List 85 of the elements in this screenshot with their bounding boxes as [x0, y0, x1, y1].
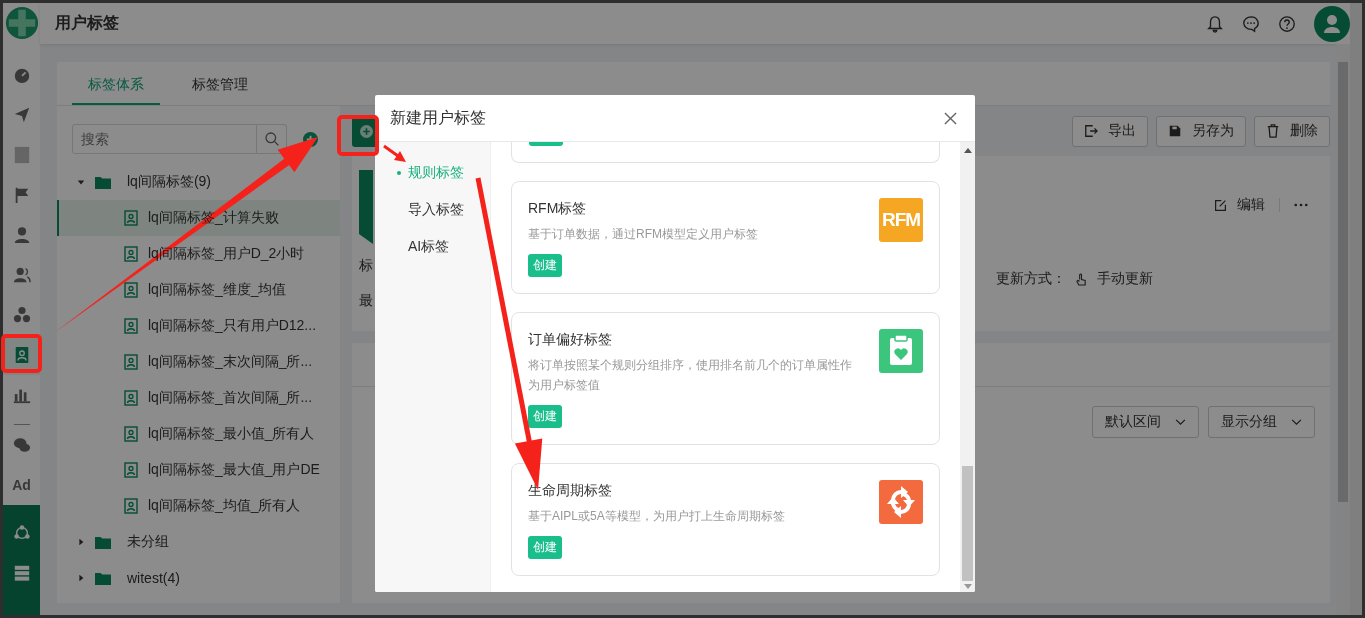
card-description: 将订单按照某个规则分组排序，使用排名前几个的订单属性作为用户标签值 [528, 357, 853, 394]
tree-item[interactable]: lq间隔标签_末次间隔_所... [57, 344, 340, 380]
card-description: 基于订单数据，通过RFM模型定义用户标签 [528, 226, 758, 243]
chevron-icon [1291, 418, 1302, 426]
caret-icon[interactable] [77, 574, 85, 582]
tag-icon [124, 282, 138, 298]
scrollbar[interactable] [1350, 3, 1362, 615]
tree-group[interactable]: lq间隔标签(9) [57, 164, 340, 200]
card-title: RFM标签 [528, 200, 588, 218]
tag-icon [124, 390, 138, 406]
scrollbar-thumb[interactable] [962, 466, 973, 581]
field-label: 更新方式： [996, 270, 1066, 288]
chevron-icon [1175, 418, 1186, 426]
search-icon[interactable] [263, 131, 280, 147]
chat-icon[interactable] [1242, 14, 1260, 33]
save-icon [1168, 124, 1182, 138]
tag-icon [124, 462, 138, 478]
tag-icon [124, 210, 138, 226]
tag-icon [124, 354, 138, 370]
bell-icon[interactable] [1206, 14, 1224, 33]
card-title: 生命周期标签 [528, 482, 613, 500]
caret-icon[interactable] [77, 178, 85, 186]
page-title: 用户标签 [55, 13, 119, 33]
folder-icon [95, 535, 111, 549]
dashboard-icon [12, 66, 31, 84]
server-icon [12, 564, 31, 582]
tag-icon [124, 498, 138, 514]
dialog-title: 新建用户标签 [390, 107, 486, 128]
network-icon [12, 524, 31, 542]
users-icon [12, 266, 31, 284]
tree-item[interactable]: lq间隔标签_最大值_用户DE [57, 452, 340, 488]
tree-item[interactable]: lq间隔标签_均值_所有人 [57, 488, 340, 524]
rfm-badge: RFM [879, 198, 923, 242]
annotation-arrow [383, 144, 406, 162]
tag-icon [124, 426, 138, 442]
cluster-icon [12, 306, 31, 324]
dropdown[interactable]: 默认区间 [1092, 406, 1199, 438]
menu-item[interactable]: AI标签 [375, 228, 490, 265]
dropdown[interactable]: 显示分组 [1208, 406, 1315, 438]
user-icon [12, 226, 31, 244]
nav-item[interactable]: Ad [3, 465, 40, 505]
menu-item[interactable]: 规则标签 [375, 154, 490, 191]
caret-icon[interactable] [77, 538, 85, 546]
card-description: 基于AIPL或5A等模型，为用户打上生命周期标签 [528, 508, 785, 525]
tree-group[interactable]: witest(4) [57, 560, 340, 596]
banner-icon [359, 170, 373, 244]
edit-button[interactable]: 编辑 [1214, 196, 1265, 214]
scroll-down-icon[interactable] [963, 584, 972, 589]
hand-icon [1076, 272, 1087, 286]
scroll-up-icon[interactable] [963, 148, 972, 153]
help-icon[interactable] [1278, 14, 1296, 33]
export-icon [1084, 124, 1098, 138]
tag-icon [124, 246, 138, 262]
search-field[interactable]: 搜索 [72, 124, 257, 154]
folder-icon [95, 175, 111, 189]
more-icon[interactable] [1294, 203, 1308, 207]
annotation-frame [1, 334, 42, 373]
detail-text: 标 [359, 257, 373, 275]
toolbar-button[interactable]: 删除 [1254, 115, 1330, 147]
card-title: 订单偏好标签 [528, 331, 613, 349]
annotation-frame [337, 115, 379, 156]
edit-icon [1214, 198, 1227, 212]
tree-item[interactable]: lq间隔标签_最小值_所有人 [57, 416, 340, 452]
toolbar-button[interactable]: 导出 [1072, 115, 1148, 147]
trash-icon [1266, 124, 1280, 138]
chat-icon [12, 436, 31, 454]
logo-icon [4, 6, 39, 40]
folder-icon [95, 571, 111, 585]
tree-group[interactable]: 未分组 [57, 524, 340, 560]
tree-item[interactable]: lq间隔标签_首次间隔_所... [57, 380, 340, 416]
close-icon[interactable] [944, 111, 957, 125]
field-value: 手动更新 [1097, 270, 1153, 288]
tag-icon [124, 318, 138, 334]
tab[interactable]: 标签管理 [176, 62, 264, 105]
menu-item[interactable]: 导入标签 [375, 191, 490, 228]
tree-item[interactable]: lq间隔标签_只有用户D12... [57, 308, 340, 344]
block-icon [12, 146, 31, 164]
detail-text: 最 [359, 292, 373, 310]
add-icon [359, 124, 373, 138]
tree-item[interactable]: lq间隔标签_维度_均值 [57, 272, 340, 308]
avatar-icon[interactable] [1314, 5, 1350, 42]
tree-item[interactable]: lq间隔标签_计算失败 [57, 200, 340, 236]
scrollbar[interactable] [960, 142, 975, 592]
toolbar-button[interactable]: 另存为 [1156, 115, 1246, 147]
scrollbar-thumb[interactable] [1338, 62, 1348, 502]
